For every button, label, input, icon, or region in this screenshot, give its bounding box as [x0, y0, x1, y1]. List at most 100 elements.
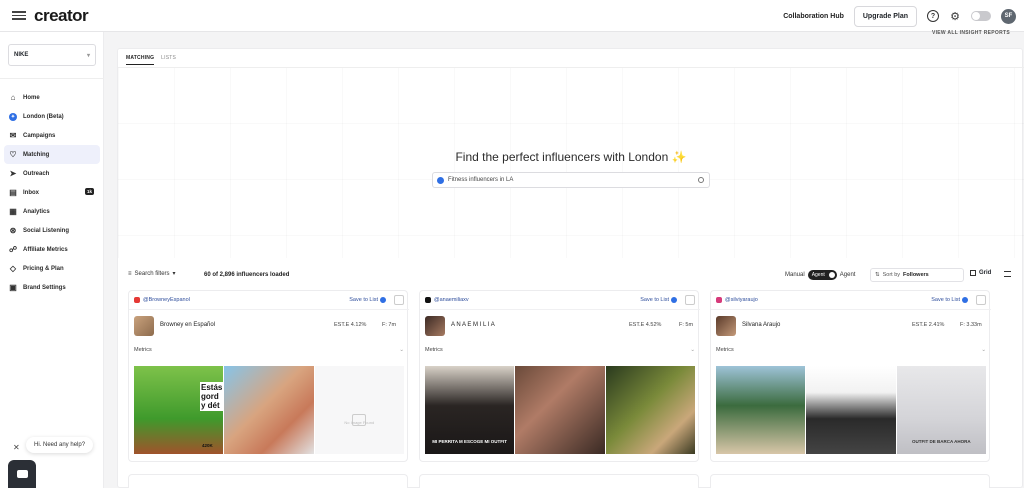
tab-matching[interactable]: MATCHING	[126, 55, 155, 65]
post-thumbnail[interactable]	[224, 366, 314, 454]
save-to-list-button[interactable]: Save to List	[349, 297, 386, 303]
post-thumbnail[interactable]: Estás gord y dét 420K	[134, 366, 224, 454]
divider	[129, 309, 409, 310]
sidebar-item-outreach[interactable]: ➤ Outreach	[4, 164, 100, 183]
save-to-list-button[interactable]: Save to List	[931, 297, 968, 303]
brand-selector[interactable]: NIKE ▾	[8, 44, 96, 66]
select-checkbox[interactable]	[685, 295, 695, 305]
search-filters-label: Search filters	[134, 270, 170, 277]
engagement-rate: EST.E 2.41%	[912, 322, 945, 328]
thumbnail-caption: OUTFIT DE BARCA AHORA	[911, 439, 971, 444]
theme-toggle[interactable]	[971, 11, 991, 21]
chevron-down-icon: ⌄	[690, 347, 695, 353]
select-checkbox[interactable]	[394, 295, 404, 305]
sidebar-item-pricing[interactable]: ◇ Pricing & Plan	[4, 259, 100, 278]
sidebar-item-affiliate-metrics[interactable]: ☍ Affiliate Metrics	[4, 240, 100, 259]
london-ai-icon	[437, 176, 444, 184]
plus-icon	[380, 297, 386, 303]
post-thumbnail[interactable]	[515, 366, 605, 454]
sidebar-item-campaigns[interactable]: ✉ Campaigns	[4, 126, 100, 145]
avatar[interactable]	[716, 316, 736, 336]
london-icon: ✦	[9, 112, 17, 121]
influencer-card[interactable]: @BrowneyEspanol Save to List Browney en …	[128, 290, 409, 462]
influencer-card[interactable]: @silviyaraujo Save to List Silvana Arauj…	[710, 290, 991, 462]
sidebar-item-analytics[interactable]: ▦ Analytics	[4, 202, 100, 221]
influencer-name[interactable]: A N A E M I L I A	[451, 322, 495, 328]
sort-dropdown[interactable]: ⇅ Sort by Followers	[870, 268, 964, 282]
list-view-icon[interactable]	[1004, 271, 1011, 277]
sidebar-item-label: Analytics	[23, 208, 50, 215]
mode-switch[interactable]: Manual Agent Agent	[785, 270, 855, 280]
mode-agent-pill: Agent	[809, 272, 827, 278]
follower-count: F: 5m	[679, 322, 694, 328]
collaboration-hub-link[interactable]: Collaboration Hub	[783, 13, 844, 20]
post-thumbnail[interactable]	[605, 366, 695, 454]
chat-button[interactable]	[8, 460, 36, 488]
sidebar-item-home[interactable]: ⌂ Home	[4, 88, 100, 107]
post-thumbnail[interactable]: OUTFIT DE BARCA AHORA	[896, 366, 986, 454]
sidebar-item-matching[interactable]: ♡ Matching	[4, 145, 100, 164]
view-insight-reports-link[interactable]: VIEW ALL INSIGHT REPORTS	[932, 30, 1010, 36]
avatar[interactable]	[134, 316, 154, 336]
divider	[420, 309, 700, 310]
save-label: Save to List	[931, 297, 960, 303]
mode-toggle[interactable]: Agent	[807, 270, 837, 280]
home-icon: ⌂	[10, 93, 16, 102]
sidebar-item-social-listening[interactable]: ⊛ Social Listening	[4, 221, 100, 240]
affiliate-icon: ☍	[8, 245, 18, 254]
menu-icon[interactable]	[12, 11, 26, 20]
top-bar: creator Collaboration Hub Upgrade Plan ?…	[0, 0, 1024, 32]
chevron-down-icon: ▾	[172, 271, 176, 277]
search-filters-button[interactable]: ≡ Search filters ▾	[128, 270, 176, 278]
tiktok-icon	[425, 297, 431, 303]
influencer-name[interactable]: Browney en Español	[160, 322, 215, 328]
sidebar-item-brand-settings[interactable]: ▣ Brand Settings	[4, 278, 100, 297]
help-icon[interactable]: ?	[927, 10, 939, 22]
sidebar-item-london[interactable]: ✦ London (Beta)	[4, 107, 100, 126]
metrics-label: Metrics	[134, 347, 152, 353]
divider	[711, 309, 991, 310]
post-thumbnail[interactable]	[806, 366, 896, 454]
search-input[interactable]: Fitness influencers in LA	[432, 172, 710, 188]
filter-icon: ≡	[128, 270, 132, 277]
sidebar-item-inbox[interactable]: ▤ Inbox 1k	[4, 183, 100, 202]
metrics-toggle[interactable]: Metrics ⌄	[134, 347, 404, 353]
upgrade-plan-button[interactable]: Upgrade Plan	[853, 5, 917, 27]
analytics-icon: ▦	[9, 207, 17, 216]
influencer-card[interactable]: @anaemiliaxv Save to List A N A E M I L …	[419, 290, 700, 462]
sidebar-item-label: Affiliate Metrics	[23, 246, 68, 253]
chevron-down-icon: ⌄	[399, 347, 404, 353]
select-checkbox[interactable]	[976, 295, 986, 305]
metrics-toggle[interactable]: Metrics ⌄	[716, 347, 986, 353]
card-handle[interactable]: @BrowneyEspanol	[134, 297, 190, 303]
sidebar-item-label: Social Listening	[23, 227, 70, 234]
close-icon[interactable]: ✕	[13, 443, 20, 452]
mode-agent-label: Agent	[839, 272, 856, 278]
follower-count: F: 7m	[382, 322, 397, 328]
influencer-card-partial[interactable]	[419, 474, 699, 488]
help-bubble[interactable]: Hi. Need any help?	[26, 437, 94, 453]
grid-view-button[interactable]: Grid	[970, 270, 991, 276]
mic-icon[interactable]	[698, 177, 704, 183]
card-handle[interactable]: @silviyaraujo	[716, 297, 758, 303]
post-thumbnail[interactable]: MI PERRITA M ESCOGE MI OUTFIT	[425, 366, 515, 454]
heart-icon: ♡	[9, 150, 17, 159]
card-handle[interactable]: @anaemiliaxv	[425, 297, 469, 303]
sidebar-item-label: Matching	[23, 151, 50, 158]
metrics-label: Metrics	[425, 347, 443, 353]
gear-icon[interactable]: ⚙	[949, 10, 961, 23]
sparkle-icon: ✨	[671, 150, 687, 164]
post-thumbnail[interactable]	[716, 366, 806, 454]
engagement-rate: EST.E 4.12%	[334, 322, 367, 328]
app-logo[interactable]: creator	[34, 6, 89, 26]
influencer-card-partial[interactable]	[710, 474, 990, 488]
influencer-name[interactable]: Silvana Araujo	[742, 322, 780, 328]
sort-value: Followers	[903, 272, 929, 278]
avatar[interactable]: SF	[1001, 8, 1016, 24]
tab-lists[interactable]: LISTS	[161, 55, 176, 65]
metrics-toggle[interactable]: Metrics ⌄	[425, 347, 695, 353]
sidebar-item-label: London (Beta)	[23, 113, 64, 120]
influencer-card-partial[interactable]	[128, 474, 408, 488]
avatar[interactable]	[425, 316, 445, 336]
save-to-list-button[interactable]: Save to List	[640, 297, 677, 303]
